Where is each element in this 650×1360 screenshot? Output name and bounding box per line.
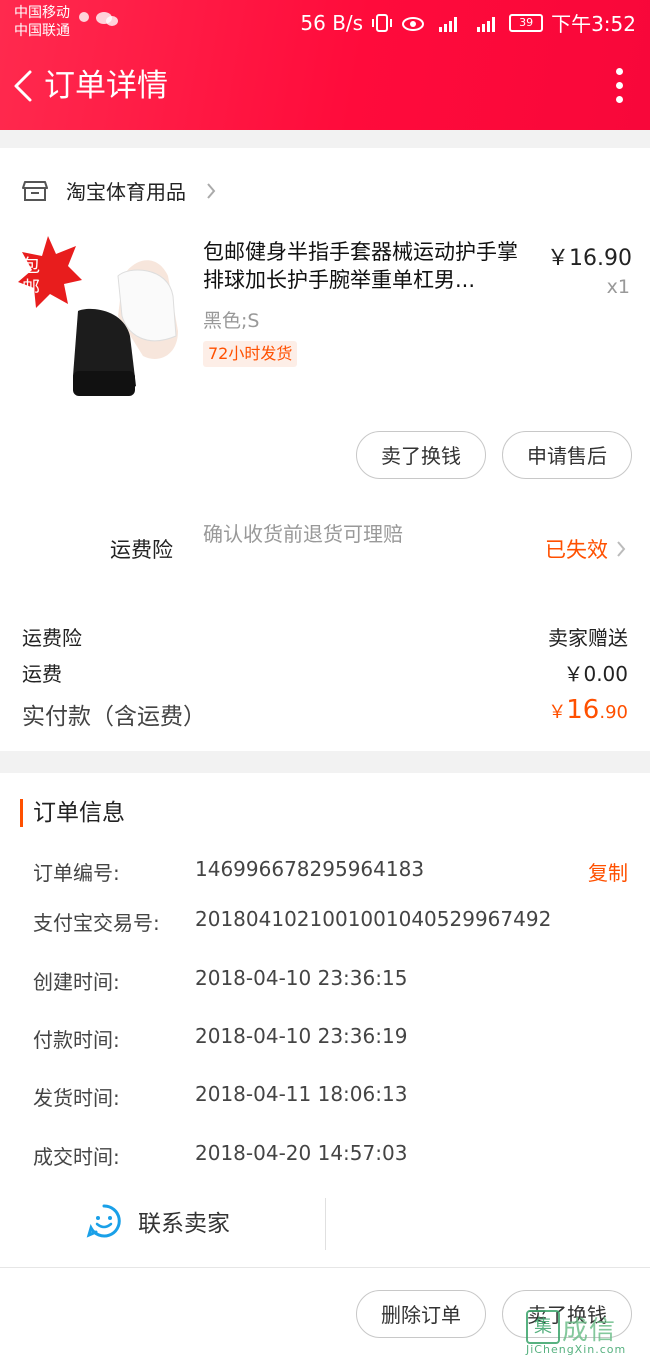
sell-for-cash-button[interactable]: 卖了换钱 [356,431,486,479]
summary-shipping-label: 运费 [22,662,62,686]
shipped-time-value: 2018-04-11 18:06:13 [195,1082,408,1106]
alipay-trade-value: 2018041021001001040529967492 [195,907,552,931]
free-shipping-badge: 包邮 [22,256,40,299]
header-bar: 中国移动 中国联通 56 B/s 39 下午3:52 订单详情 [0,0,650,130]
more-menu-icon[interactable] [614,68,624,104]
chevron-right-icon [207,182,216,199]
watermark-logo: 集 成信 JiChengXin.com [526,1306,644,1356]
product-sku: 黑色;S [203,310,260,332]
summary-shipping-value: ￥0.00 [563,662,628,686]
product-title[interactable]: 包邮健身半指手套器械运动护手掌排球加长护手腕举重单杠男... [203,238,533,294]
delete-order-button[interactable]: 删除订单 [356,1290,486,1338]
apply-after-sale-button[interactable]: 申请售后 [502,431,632,479]
summary-insurance-label: 运费险 [22,626,82,650]
deal-time-value: 2018-04-20 14:57:03 [195,1141,408,1165]
clock: 下午3:52 [551,12,636,36]
eye-comfort-icon [402,16,425,31]
chat-smile-icon [86,1204,121,1238]
paid-decimal: .90 [599,702,628,723]
shipped-time-label: 发货时间: [33,1086,120,1110]
shipping-tag: 72小时发货 [203,341,298,367]
network-speed: 56 B/s [300,10,364,35]
paid-amount-label: 实付款（含运费） [22,704,206,730]
insurance-description: 确认收货前退货可理赔 [203,522,403,546]
signal-4g-icon [477,16,496,32]
insurance-status-text: 已失效 [545,538,608,562]
order-number-value: 146996678295964183 [195,857,425,881]
alipay-trade-label: 支付宝交易号: [33,911,160,935]
summary-insurance-value: 卖家赠送 [548,626,628,650]
paid-integer: 16 [566,695,600,725]
paid-amount: ￥16.90 [548,695,628,725]
deal-time-label: 成交时间: [33,1145,120,1169]
watermark-mark: 集 [526,1310,560,1344]
created-time-value: 2018-04-10 23:36:15 [195,966,408,990]
watermark-url: JiChengXin.com [526,1343,627,1356]
paid-time-label: 付款时间: [33,1028,120,1052]
shop-name: 淘宝体育用品 [66,180,186,204]
order-product-card: 淘宝体育用品 包邮 包邮健身半指手套器械运动护手掌排球加长护手腕举重单杠男...… [0,148,650,751]
status-bar: 中国移动 中国联通 56 B/s 39 下午3:52 [0,0,650,44]
wechat-icon [79,12,118,26]
notification-icons [78,10,124,32]
watermark-text: 成信 [562,1316,617,1346]
product-price: ￥16.90 [547,246,632,271]
order-number-label: 订单编号: [33,861,120,885]
back-icon[interactable] [10,66,40,106]
vibrate-icon [372,13,393,32]
status-right: 56 B/s 39 下午3:52 [300,8,636,37]
insurance-label: 运费险 [110,538,173,562]
carrier-info: 中国移动 中国联通 [14,4,70,40]
divider [0,1267,650,1268]
product-quantity: x1 [606,276,630,298]
contact-seller-button[interactable]: 联系卖家 [86,1203,230,1239]
carrier-2: 中国联通 [14,23,70,39]
paid-currency: ￥ [548,702,567,723]
page-title: 订单详情 [44,68,168,104]
battery-icon: 39 [509,13,544,32]
paid-time-value: 2018-04-10 23:36:19 [195,1024,408,1048]
copy-button[interactable]: 复制 [588,857,628,886]
signal-2g-icon [439,16,458,32]
order-info-title: 订单信息 [20,799,125,827]
carrier-1: 中国移动 [14,5,70,21]
shop-icon [22,180,48,201]
created-time-label: 创建时间: [33,970,120,994]
shop-link[interactable]: 淘宝体育用品 [22,176,216,205]
order-info-card: 订单信息 订单编号: 146996678295964183 复制 支付宝交易号:… [0,773,650,1360]
chevron-right-icon [617,541,626,557]
contact-seller-label: 联系卖家 [138,1211,230,1237]
insurance-status[interactable]: 已失效 [545,534,626,564]
divider [325,1198,326,1250]
